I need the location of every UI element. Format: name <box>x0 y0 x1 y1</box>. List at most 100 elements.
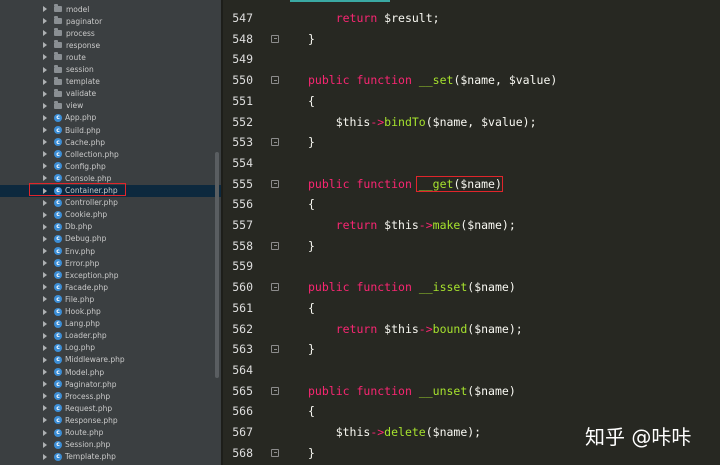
code-line[interactable]: 565 public function __unset($name) <box>223 381 720 401</box>
tree-file[interactable]: c Paginator.php <box>0 378 221 390</box>
fold-marker-icon[interactable] <box>271 179 279 188</box>
code-line[interactable]: 554 <box>223 153 720 173</box>
expand-arrow-icon[interactable] <box>43 212 48 218</box>
expand-arrow-icon[interactable] <box>43 139 48 145</box>
fold-marker-icon[interactable] <box>271 34 279 43</box>
expand-arrow-icon[interactable] <box>43 417 48 423</box>
expand-arrow-icon[interactable] <box>43 321 48 327</box>
code-line[interactable]: 563} <box>223 339 720 359</box>
expand-arrow-icon[interactable] <box>43 260 48 266</box>
expand-arrow-icon[interactable] <box>43 236 48 242</box>
tree-folder[interactable]: template <box>0 76 221 88</box>
fold-marker-icon[interactable] <box>271 448 279 457</box>
tree-file[interactable]: c File.php <box>0 293 221 305</box>
code-line[interactable]: 558} <box>223 236 720 256</box>
expand-arrow-icon[interactable] <box>43 67 48 73</box>
expand-arrow-icon[interactable] <box>43 200 48 206</box>
code-line[interactable]: 566 { <box>223 401 720 421</box>
expand-arrow-icon[interactable] <box>43 6 48 12</box>
fold-marker-icon[interactable] <box>271 283 279 292</box>
tree-folder[interactable]: route <box>0 51 221 63</box>
tree-file[interactable]: c Collection.php <box>0 148 221 160</box>
expand-arrow-icon[interactable] <box>43 151 48 157</box>
expand-arrow-icon[interactable] <box>43 248 48 254</box>
tree-file[interactable]: c Facade.php <box>0 281 221 293</box>
expand-arrow-icon[interactable] <box>43 345 48 351</box>
fold-marker-icon[interactable] <box>271 345 279 354</box>
tree-file[interactable]: c Build.php <box>0 124 221 136</box>
tree-file[interactable]: c Model.php <box>0 366 221 378</box>
expand-arrow-icon[interactable] <box>43 163 48 169</box>
expand-arrow-icon[interactable] <box>43 296 48 302</box>
fold-marker-icon[interactable] <box>271 241 279 250</box>
tree-file[interactable]: c Request.php <box>0 402 221 414</box>
tree-file[interactable]: c Template.php <box>0 451 221 463</box>
tree-file[interactable]: c Cookie.php <box>0 209 221 221</box>
tree-file[interactable]: c Controller.php <box>0 197 221 209</box>
tree-folder[interactable]: response <box>0 39 221 51</box>
expand-arrow-icon[interactable] <box>43 54 48 60</box>
tree-file[interactable]: c Session.php <box>0 439 221 451</box>
tree-file[interactable]: c Db.php <box>0 221 221 233</box>
tree-file[interactable]: c Lang.php <box>0 318 221 330</box>
expand-arrow-icon[interactable] <box>43 91 48 97</box>
code-line[interactable]: 560 public function __isset($name) <box>223 277 720 297</box>
expand-arrow-icon[interactable] <box>43 103 48 109</box>
tree-file[interactable]: c Log.php <box>0 342 221 354</box>
code-editor[interactable]: 547 return $result; 548} 549 550 public func… <box>223 0 720 465</box>
expand-arrow-icon[interactable] <box>43 30 48 36</box>
code-line[interactable]: 551 { <box>223 91 720 111</box>
tree-folder[interactable]: session <box>0 64 221 76</box>
tree-file[interactable]: c Response.php <box>0 414 221 426</box>
tree-file[interactable]: c Loader.php <box>0 330 221 342</box>
expand-arrow-icon[interactable] <box>43 442 48 448</box>
tree-file[interactable]: c Env.php <box>0 245 221 257</box>
tree-scrollbar[interactable] <box>215 152 219 378</box>
code-line[interactable]: 562 return $this->bound($name); <box>223 319 720 339</box>
expand-arrow-icon[interactable] <box>43 309 48 315</box>
code-line[interactable]: 552 $this->bindTo($name, $value); <box>223 112 720 132</box>
fold-marker-icon[interactable] <box>271 76 279 85</box>
code-line[interactable]: 553} <box>223 132 720 152</box>
code-line[interactable]: 550 public function __set($name, $value) <box>223 70 720 90</box>
code-line[interactable]: 549 <box>223 49 720 69</box>
tree-file[interactable]: c Debug.php <box>0 233 221 245</box>
tree-file[interactable]: c Cache.php <box>0 136 221 148</box>
expand-arrow-icon[interactable] <box>43 79 48 85</box>
expand-arrow-icon[interactable] <box>43 357 48 363</box>
tree-file[interactable]: c Hook.php <box>0 306 221 318</box>
expand-arrow-icon[interactable] <box>43 42 48 48</box>
tree-file[interactable]: c Process.php <box>0 390 221 402</box>
tree-file[interactable]: c Exception.php <box>0 269 221 281</box>
tree-folder[interactable]: paginator <box>0 15 221 27</box>
code-line[interactable]: 564 <box>223 360 720 380</box>
fold-marker-icon[interactable] <box>271 138 279 147</box>
expand-arrow-icon[interactable] <box>43 18 48 24</box>
code-line[interactable]: 556 { <box>223 194 720 214</box>
code-line[interactable]: 559 <box>223 256 720 276</box>
expand-arrow-icon[interactable] <box>43 393 48 399</box>
code-line[interactable]: 547 return $result; <box>223 8 720 28</box>
tree-file[interactable]: c Route.php <box>0 427 221 439</box>
expand-arrow-icon[interactable] <box>43 333 48 339</box>
tree-file[interactable]: c Middleware.php <box>0 354 221 366</box>
code-line[interactable]: 557 return $this->make($name); <box>223 215 720 235</box>
expand-arrow-icon[interactable] <box>43 224 48 230</box>
expand-arrow-icon[interactable] <box>43 175 48 181</box>
tree-folder[interactable]: model <box>0 3 221 15</box>
tree-folder[interactable]: view <box>0 100 221 112</box>
code-line[interactable]: 561 { <box>223 298 720 318</box>
expand-arrow-icon[interactable] <box>43 454 48 460</box>
tree-folder[interactable]: validate <box>0 88 221 100</box>
expand-arrow-icon[interactable] <box>43 381 48 387</box>
expand-arrow-icon[interactable] <box>43 284 48 290</box>
code-line[interactable]: 548} <box>223 29 720 49</box>
fold-marker-icon[interactable] <box>271 386 279 395</box>
tree-folder[interactable]: process <box>0 27 221 39</box>
expand-arrow-icon[interactable] <box>43 115 48 121</box>
expand-arrow-icon[interactable] <box>43 369 48 375</box>
expand-arrow-icon[interactable] <box>43 430 48 436</box>
code-line[interactable]: 555 public function __get($name) <box>223 174 720 194</box>
tree-file[interactable]: c App.php <box>0 112 221 124</box>
expand-arrow-icon[interactable] <box>43 127 48 133</box>
